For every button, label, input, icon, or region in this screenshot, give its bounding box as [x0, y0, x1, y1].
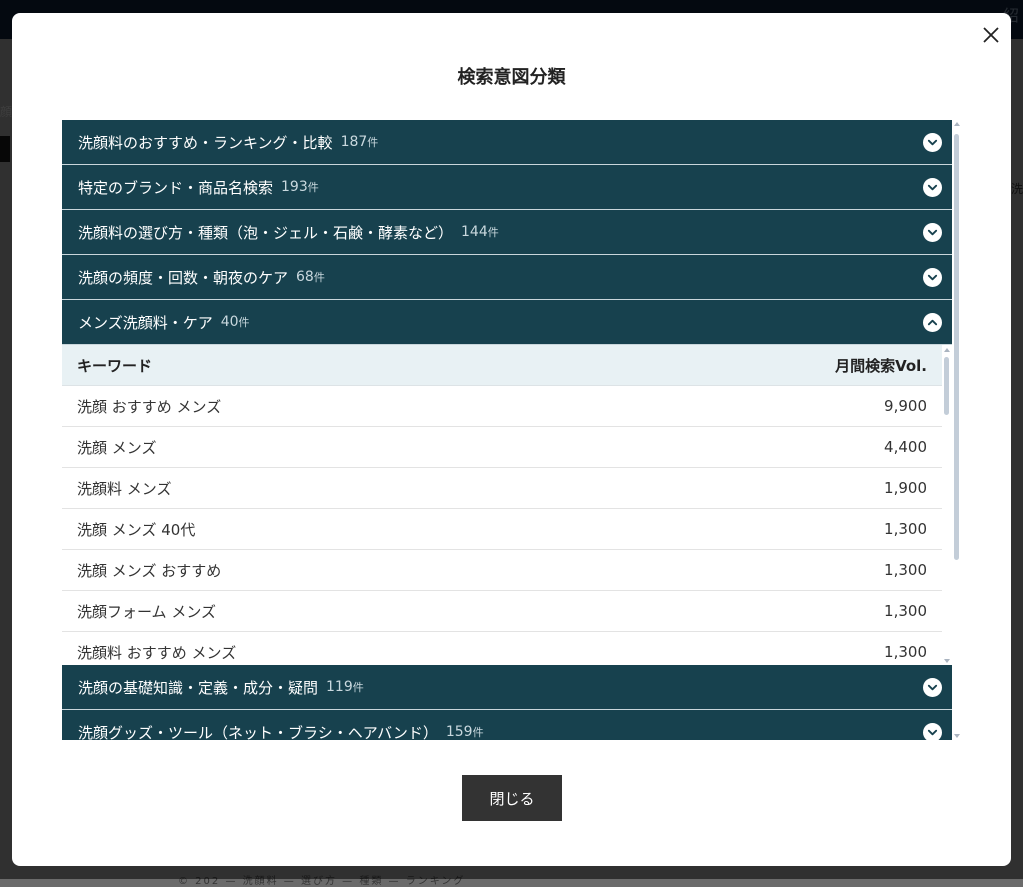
accordion-count-unit: 件 — [472, 726, 484, 739]
accordion-count-number: 187 — [340, 134, 368, 150]
accordion-count-number: 144 — [461, 224, 488, 240]
keyword-cell: 洗顔 メンズ — [77, 438, 157, 457]
scroll-down-arrow-icon[interactable] — [944, 659, 950, 663]
volume-cell: 1,300 — [884, 520, 927, 538]
keyword-cell: 洗顔 メンズ おすすめ — [77, 561, 222, 580]
accordion-header[interactable]: 洗顔の基礎知識・定義・成分・疑問 119件 — [62, 665, 952, 710]
accordion-count-number: 68 — [296, 269, 314, 285]
keyword-panel[interactable]: キーワード 月間検索Vol. 洗顔 おすすめ メンズ 9,900 洗顔 メンズ 4,400… — [62, 345, 952, 665]
accordion-count-unit: 件 — [487, 226, 499, 239]
volume-cell: 1,300 — [884, 561, 927, 579]
volume-cell: 1,900 — [884, 479, 927, 497]
accordion-scrollbar[interactable] — [952, 120, 961, 740]
accordion-count-unit: 件 — [367, 136, 379, 149]
accordion-count: 193件 — [281, 179, 319, 195]
accordion-count: 40件 — [221, 314, 250, 330]
table-row: 洗顔 メンズ 4,400 — [62, 427, 942, 468]
keyword-column-header: キーワード — [77, 356, 153, 375]
volume-cell: 1,300 — [884, 602, 927, 620]
accordion-count-unit: 件 — [352, 681, 364, 694]
chevron-down-icon[interactable] — [923, 677, 942, 697]
chevron-down-icon[interactable] — [923, 267, 942, 287]
accordion-header[interactable]: メンズ洗顔料・ケア 40件 — [62, 300, 952, 345]
keyword-cell: 洗顔 メンズ 40代 — [77, 520, 196, 539]
table-row: 洗顔料 メンズ 1,900 — [62, 468, 942, 509]
chevron-up-icon[interactable] — [923, 312, 942, 332]
volume-cell: 9,900 — [884, 397, 927, 415]
accordion-header[interactable]: 洗顔料のおすすめ・ランキング・比較 187件 — [62, 120, 952, 165]
keyword-table: キーワード 月間検索Vol. 洗顔 おすすめ メンズ 9,900 洗顔 メンズ 4,400… — [62, 345, 942, 665]
accordion-title: 特定のブランド・商品名検索 — [78, 178, 274, 197]
scrollbar-thumb[interactable] — [944, 357, 949, 415]
modal-title: 検索意図分類 — [457, 67, 566, 88]
table-row: 洗顔フォーム メンズ 1,300 — [62, 591, 942, 632]
accordion-list[interactable]: 洗顔料のおすすめ・ランキング・比較 187件 特定のブランド・商品名検索 193件 洗顔… — [62, 120, 952, 740]
accordion-count-number: 159 — [445, 724, 473, 740]
accordion-title: 洗顔の基礎知識・定義・成分・疑問 — [78, 678, 319, 697]
table-row: 洗顔 メンズ 40代 1,300 — [62, 509, 942, 550]
keyword-cell: 洗顔料 メンズ — [77, 479, 172, 498]
close-icon[interactable] — [979, 23, 1003, 47]
accordion-count: 144件 — [461, 224, 499, 240]
scrollbar-thumb[interactable] — [954, 134, 959, 560]
accordion-header[interactable]: 洗顔グッズ・ツール（ネット・ブラシ・ヘアバンド） 159件 — [62, 710, 952, 740]
accordion-header[interactable]: 洗顔料の選び方・種類（泡・ジェル・石鹸・酵素など） 144件 — [62, 210, 952, 255]
chevron-down-icon[interactable] — [923, 722, 942, 740]
keyword-table-scrollbar[interactable] — [942, 345, 952, 665]
chevron-down-icon[interactable] — [923, 132, 942, 152]
accordion-count-unit: 件 — [307, 181, 319, 194]
volume-cell: 4,400 — [884, 438, 927, 456]
accordion-title: メンズ洗顔料・ケア — [78, 313, 213, 332]
accordion-title: 洗顔料のおすすめ・ランキング・比較 — [78, 133, 333, 152]
accordion-count-unit: 件 — [238, 316, 250, 329]
volume-cell: 1,300 — [884, 643, 927, 661]
accordion-count-number: 193 — [281, 179, 308, 195]
accordion-header[interactable]: 洗顔の頻度・回数・朝夜のケア 68件 — [62, 255, 952, 300]
keyword-cell: 洗顔フォーム メンズ — [77, 602, 217, 621]
keyword-cell: 洗顔料 おすすめ メンズ — [77, 643, 237, 662]
close-button[interactable]: 閉じる — [462, 775, 562, 821]
accordion-header[interactable]: 特定のブランド・商品名検索 193件 — [62, 165, 952, 210]
keyword-cell: 洗顔 おすすめ メンズ — [77, 397, 222, 416]
scroll-up-arrow-icon[interactable] — [944, 348, 950, 352]
table-row: 洗顔 メンズ おすすめ 1,300 — [62, 550, 942, 591]
keyword-table-header: キーワード 月間検索Vol. — [62, 345, 942, 386]
accordion-count: 187件 — [341, 134, 379, 150]
accordion-title: 洗顔グッズ・ツール（ネット・ブラシ・ヘアバンド） — [78, 723, 438, 741]
scroll-down-arrow-icon[interactable] — [954, 734, 960, 738]
volume-column-header: 月間検索Vol. — [835, 356, 927, 375]
accordion-count-unit: 件 — [313, 271, 325, 284]
chevron-down-icon[interactable] — [923, 177, 942, 197]
accordion-count: 119件 — [326, 679, 364, 695]
table-row: 洗顔料 おすすめ メンズ 1,300 — [62, 632, 942, 665]
accordion-title: 洗顔料の選び方・種類（泡・ジェル・石鹸・酵素など） — [78, 223, 454, 242]
accordion-count: 68件 — [296, 269, 325, 285]
accordion-count-number: 119 — [326, 679, 353, 695]
accordion-count-number: 40 — [220, 314, 239, 330]
scroll-up-arrow-icon[interactable] — [954, 122, 960, 126]
accordion-title: 洗顔の頻度・回数・朝夜のケア — [78, 268, 289, 287]
table-row: 洗顔 おすすめ メンズ 9,900 — [62, 386, 942, 427]
search-intent-modal: 検索意図分類 洗顔料のおすすめ・ランキング・比較 187件 特定のブランド・商品名検… — [12, 13, 1011, 866]
accordion-count: 159件 — [446, 724, 484, 740]
chevron-down-icon[interactable] — [923, 222, 942, 242]
